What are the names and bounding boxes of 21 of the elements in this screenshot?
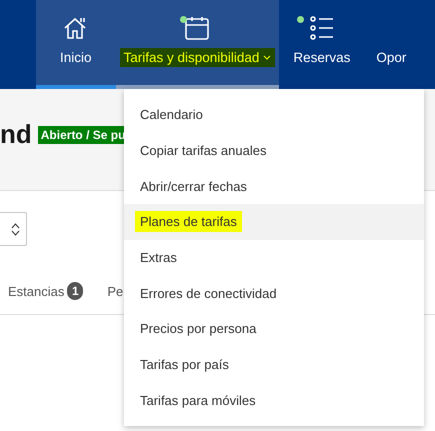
menu-item[interactable]: Precios por persona <box>124 311 424 347</box>
property-title: nd <box>0 119 32 150</box>
menu-item[interactable]: Errores de conectividad <box>124 275 424 312</box>
content-tab[interactable]: Estancias 1 <box>8 282 84 300</box>
menu-item[interactable]: Abrir/cerrar fechas <box>124 168 424 204</box>
nav-tab[interactable]: Inicio <box>36 0 116 89</box>
nav-tab[interactable]: Opor <box>364 0 410 89</box>
menu-item[interactable]: Tarifas para móviles <box>124 382 424 418</box>
list-icon <box>308 16 335 40</box>
sort-icon <box>11 222 20 236</box>
select-field[interactable] <box>0 212 27 246</box>
calendar-icon <box>184 16 210 40</box>
menu-item[interactable]: Tarifas por país <box>124 346 424 382</box>
nav-tab[interactable]: Reservas <box>279 0 364 89</box>
menu-item[interactable]: Copiar tarifas anuales <box>124 132 424 168</box>
count-label: 1 <box>67 282 84 300</box>
menu-item[interactable]: Calendario <box>124 97 424 133</box>
menu-item[interactable]: Extras <box>124 240 424 276</box>
menu-item[interactable]: Planes de tarifas <box>124 204 424 240</box>
content-tab[interactable]: Pe <box>107 284 124 298</box>
nav-tab[interactable]: Tarifas y disponibilidad <box>116 0 280 89</box>
